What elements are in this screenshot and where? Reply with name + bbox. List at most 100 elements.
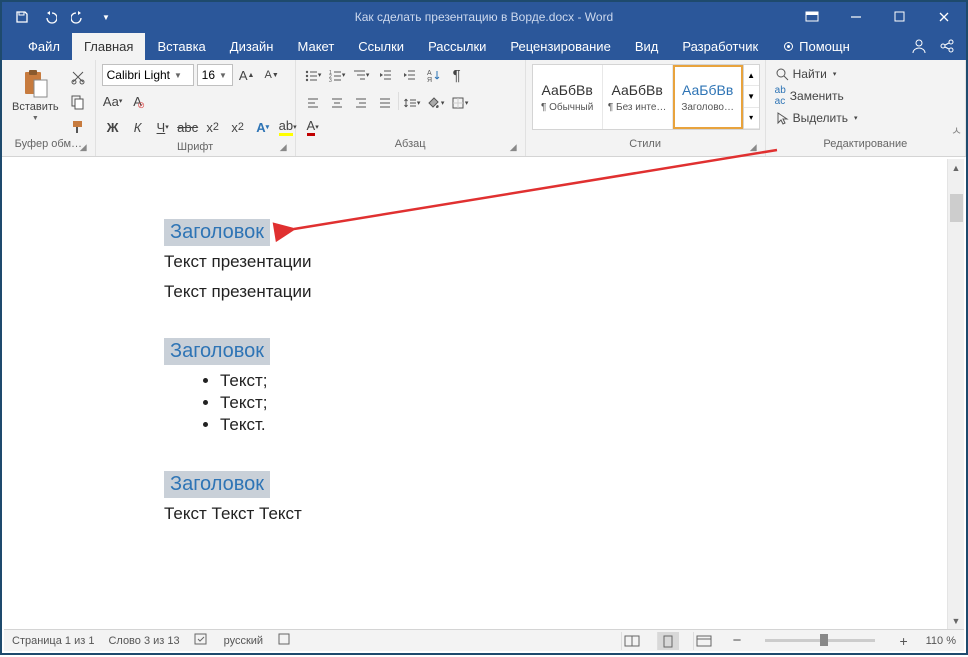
style-heading1[interactable]: АаБбВвЗаголово…: [673, 65, 743, 129]
window-title: Как сделать презентацию в Ворде.docx - W…: [355, 10, 613, 24]
qat-customize-icon[interactable]: ▼: [94, 5, 118, 29]
zoom-value[interactable]: 110 %: [926, 635, 956, 647]
section-3: Заголовок Текст Текст Текст: [164, 471, 964, 524]
font-name-combo[interactable]: Calibri Light▼: [102, 64, 194, 86]
scroll-down-icon[interactable]: ▼: [948, 612, 964, 629]
status-bar: Страница 1 из 1 Слово 3 из 13 русский − …: [4, 629, 964, 651]
heading[interactable]: Заголовок: [164, 219, 270, 246]
maximize-icon[interactable]: [878, 2, 922, 32]
tab-view[interactable]: Вид: [623, 33, 671, 60]
redo-icon[interactable]: [66, 5, 90, 29]
bullets-button[interactable]: ▾: [302, 64, 324, 86]
undo-icon[interactable]: [38, 5, 62, 29]
replace-button[interactable]: abacЗаменить: [772, 86, 861, 106]
change-case-button[interactable]: Aa▾: [102, 90, 124, 112]
list-item[interactable]: Текст.: [220, 415, 964, 435]
account-icon[interactable]: [910, 37, 928, 60]
text-effects-button[interactable]: A▾: [252, 116, 274, 138]
line-spacing-button[interactable]: ▾: [401, 92, 423, 114]
gallery-down-icon[interactable]: ▼: [744, 86, 759, 107]
tell-me[interactable]: Помощн: [770, 33, 862, 60]
increase-indent-button[interactable]: [398, 64, 420, 86]
tab-references[interactable]: Ссылки: [346, 33, 416, 60]
cut-button[interactable]: [67, 66, 89, 88]
italic-button[interactable]: К: [127, 116, 149, 138]
ribbon-options-icon[interactable]: [790, 2, 834, 32]
tab-developer[interactable]: Разработчик: [670, 33, 770, 60]
zoom-slider-thumb[interactable]: [820, 634, 828, 646]
status-language[interactable]: русский: [224, 635, 263, 647]
subscript-button[interactable]: x2: [202, 116, 224, 138]
underline-button[interactable]: Ч▾: [152, 116, 174, 138]
paragraph[interactable]: Текст презентации: [164, 282, 964, 302]
multilevel-button[interactable]: ▾: [350, 64, 372, 86]
shading-button[interactable]: ▾: [425, 92, 447, 114]
print-layout-icon[interactable]: [657, 632, 679, 650]
superscript-button[interactable]: x2: [227, 116, 249, 138]
style-label: ¶ Без инте…: [608, 102, 667, 113]
zoom-slider[interactable]: [765, 639, 875, 642]
style-label: Заголово…: [681, 102, 734, 113]
clear-format-button[interactable]: A⊘: [127, 90, 149, 112]
vertical-scrollbar[interactable]: ▲ ▼: [947, 159, 964, 629]
paragraph[interactable]: Текст Текст Текст: [164, 504, 964, 524]
minimize-icon[interactable]: [834, 2, 878, 32]
decrease-indent-button[interactable]: [374, 64, 396, 86]
paste-button[interactable]: Вставить ▼: [8, 64, 63, 125]
scroll-thumb[interactable]: [950, 194, 963, 222]
tab-file[interactable]: Файл: [16, 33, 72, 60]
format-painter-button[interactable]: [67, 116, 89, 138]
save-icon[interactable]: [10, 5, 34, 29]
gallery-more-icon[interactable]: ▾: [744, 108, 759, 129]
align-center-button[interactable]: [326, 92, 348, 114]
tab-home[interactable]: Главная: [72, 33, 145, 60]
align-right-button[interactable]: [350, 92, 372, 114]
align-left-button[interactable]: [302, 92, 324, 114]
paragraph-dialog-launcher-icon[interactable]: ◢: [510, 142, 517, 153]
scroll-up-icon[interactable]: ▲: [948, 159, 964, 176]
select-button[interactable]: Выделить▾: [772, 108, 861, 128]
copy-button[interactable]: [67, 91, 89, 113]
paragraph[interactable]: Текст презентации: [164, 252, 964, 272]
sort-button[interactable]: AЯ: [422, 64, 444, 86]
group-font: Calibri Light▼ 16▼ A▲ A▼ Aa▾ A⊘ Ж К Ч▾ a…: [96, 60, 296, 156]
grow-font-button[interactable]: A▲: [236, 64, 258, 86]
gallery-up-icon[interactable]: ▲: [744, 65, 759, 86]
close-icon[interactable]: [922, 2, 966, 32]
zoom-out-button[interactable]: −: [729, 632, 746, 649]
status-page[interactable]: Страница 1 из 1: [12, 635, 94, 647]
tab-layout[interactable]: Макет: [285, 33, 346, 60]
group-clipboard-label: Буфер обм…: [15, 138, 82, 150]
collapse-ribbon-icon[interactable]: ㅅ: [951, 122, 962, 139]
tab-insert[interactable]: Вставка: [145, 33, 217, 60]
status-words[interactable]: Слово 3 из 13: [108, 635, 179, 647]
heading[interactable]: Заголовок: [164, 471, 270, 498]
read-mode-icon[interactable]: [621, 632, 643, 650]
font-dialog-launcher-icon[interactable]: ◢: [280, 142, 287, 153]
share-icon[interactable]: [938, 37, 956, 60]
heading[interactable]: Заголовок: [164, 338, 270, 365]
bold-button[interactable]: Ж: [102, 116, 124, 138]
proofing-icon[interactable]: [194, 632, 210, 649]
tab-review[interactable]: Рецензирование: [498, 33, 622, 60]
list-item[interactable]: Текст;: [220, 393, 964, 413]
tab-mailings[interactable]: Рассылки: [416, 33, 498, 60]
macro-record-icon[interactable]: [277, 632, 291, 649]
list-item[interactable]: Текст;: [220, 371, 964, 391]
shrink-font-button[interactable]: A▼: [261, 64, 283, 86]
numbering-button[interactable]: 123▾: [326, 64, 348, 86]
show-marks-button[interactable]: ¶: [446, 64, 468, 86]
borders-button[interactable]: ▾: [449, 92, 471, 114]
style-no-spacing[interactable]: АаБбВв¶ Без инте…: [603, 65, 673, 129]
styles-dialog-launcher-icon[interactable]: ◢: [750, 142, 757, 153]
find-button[interactable]: Найти▾: [772, 64, 861, 84]
tab-design[interactable]: Дизайн: [218, 33, 286, 60]
style-normal[interactable]: АаБбВв¶ Обычный: [533, 65, 603, 129]
strike-button[interactable]: abc: [177, 116, 199, 138]
zoom-in-button[interactable]: +: [895, 633, 911, 649]
font-size-combo[interactable]: 16▼: [197, 64, 233, 86]
justify-button[interactable]: [374, 92, 396, 114]
web-layout-icon[interactable]: [693, 632, 715, 650]
clipboard-dialog-launcher-icon[interactable]: ◢: [80, 142, 87, 153]
document-area[interactable]: Заголовок Текст презентации Текст презен…: [4, 159, 964, 629]
